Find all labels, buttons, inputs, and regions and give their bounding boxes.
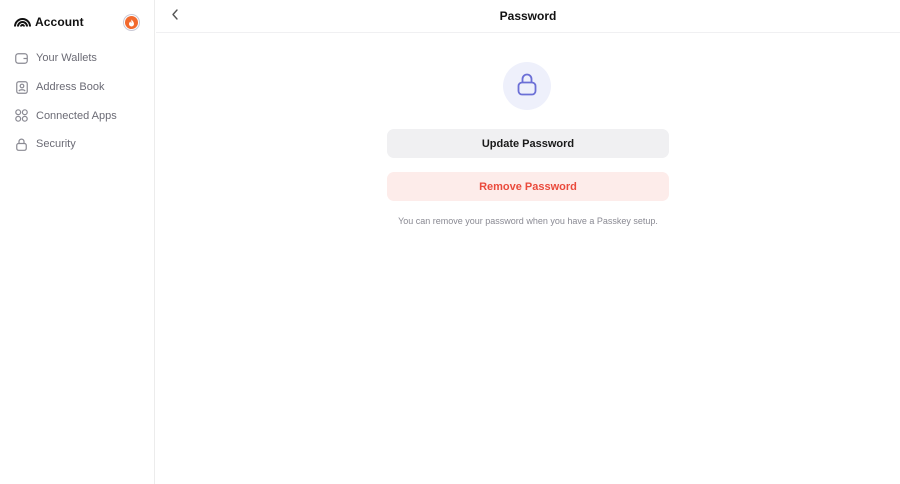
sidebar-item-label: Security [36, 138, 76, 151]
sidebar-header: Account [0, 0, 154, 44]
rainbow-arc-icon [14, 17, 31, 27]
back-button[interactable] [168, 9, 182, 23]
account-title: Account [35, 15, 84, 29]
sidebar-nav: Your Wallets Address Book Connected Apps… [0, 44, 154, 159]
lock-icon [15, 138, 28, 151]
contact-book-icon [15, 80, 28, 94]
sidebar-item-label: Address Book [36, 81, 105, 94]
sidebar-item-address-book[interactable]: Address Book [0, 73, 154, 102]
sidebar: Account Your Wallets Address Book Connec… [0, 0, 155, 484]
page-title: Password [499, 9, 557, 23]
apps-grid-icon [15, 109, 28, 123]
chevron-left-icon [171, 7, 179, 25]
main-content: Update Password Remove Password You can … [156, 33, 900, 484]
sidebar-item-connected-apps[interactable]: Connected Apps [0, 101, 154, 130]
sidebar-item-security[interactable]: Security [0, 130, 154, 159]
avatar[interactable] [123, 14, 140, 31]
sidebar-item-your-wallets[interactable]: Your Wallets [0, 44, 154, 73]
passkey-hint: You can remove your password when you ha… [398, 216, 658, 226]
sidebar-item-label: Connected Apps [36, 109, 117, 122]
sidebar-item-label: Your Wallets [36, 52, 97, 65]
wallet-icon [15, 52, 28, 65]
lock-badge [503, 62, 551, 110]
top-bar: Password [156, 0, 900, 33]
lock-icon [517, 72, 537, 101]
update-password-button[interactable]: Update Password [387, 129, 669, 158]
flame-icon [125, 16, 138, 29]
remove-password-button[interactable]: Remove Password [387, 172, 669, 201]
